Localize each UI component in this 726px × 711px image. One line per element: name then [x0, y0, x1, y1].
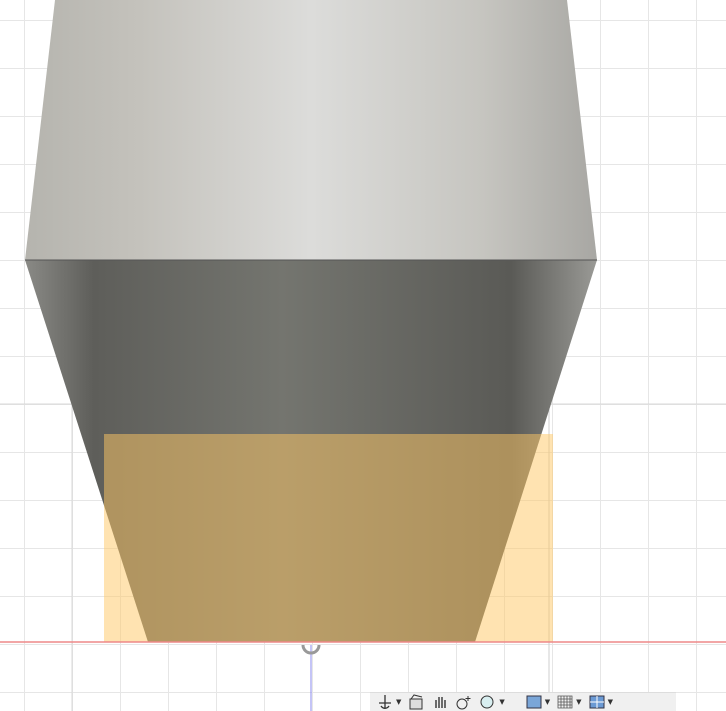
upper-frustum-body[interactable] — [25, 0, 597, 260]
viewports-button[interactable]: ▼ — [588, 694, 613, 710]
display-settings-button[interactable]: ▼ — [525, 694, 550, 710]
navigation-toolbar: ▼ ▼ ▼ ▼ ▼ — [370, 692, 676, 711]
chevron-down-icon[interactable]: ▼ — [396, 698, 401, 706]
grid-settings-button[interactable]: ▼ — [556, 694, 582, 710]
display-settings-icon — [526, 695, 542, 709]
chevron-down-icon[interactable]: ▼ — [545, 698, 550, 706]
chevron-down-icon[interactable]: ▼ — [608, 698, 613, 706]
orbit-button[interactable]: ▼ — [376, 694, 401, 710]
zoom-icon — [456, 696, 471, 710]
3d-viewport[interactable] — [0, 0, 726, 711]
look-at-button[interactable] — [407, 694, 425, 710]
pan-icon — [435, 697, 447, 708]
grid-settings-icon — [557, 695, 573, 709]
pan-button[interactable] — [431, 694, 449, 710]
orbit-icon — [379, 695, 391, 709]
viewports-icon — [589, 695, 605, 709]
look-at-icon — [409, 694, 423, 710]
chevron-down-icon[interactable]: ▼ — [576, 698, 581, 706]
fit-button[interactable]: ▼ — [479, 694, 505, 710]
chevron-down-icon[interactable]: ▼ — [499, 698, 504, 706]
fit-icon — [480, 695, 494, 709]
selection-highlight[interactable] — [104, 434, 553, 642]
zoom-button[interactable] — [455, 694, 473, 710]
